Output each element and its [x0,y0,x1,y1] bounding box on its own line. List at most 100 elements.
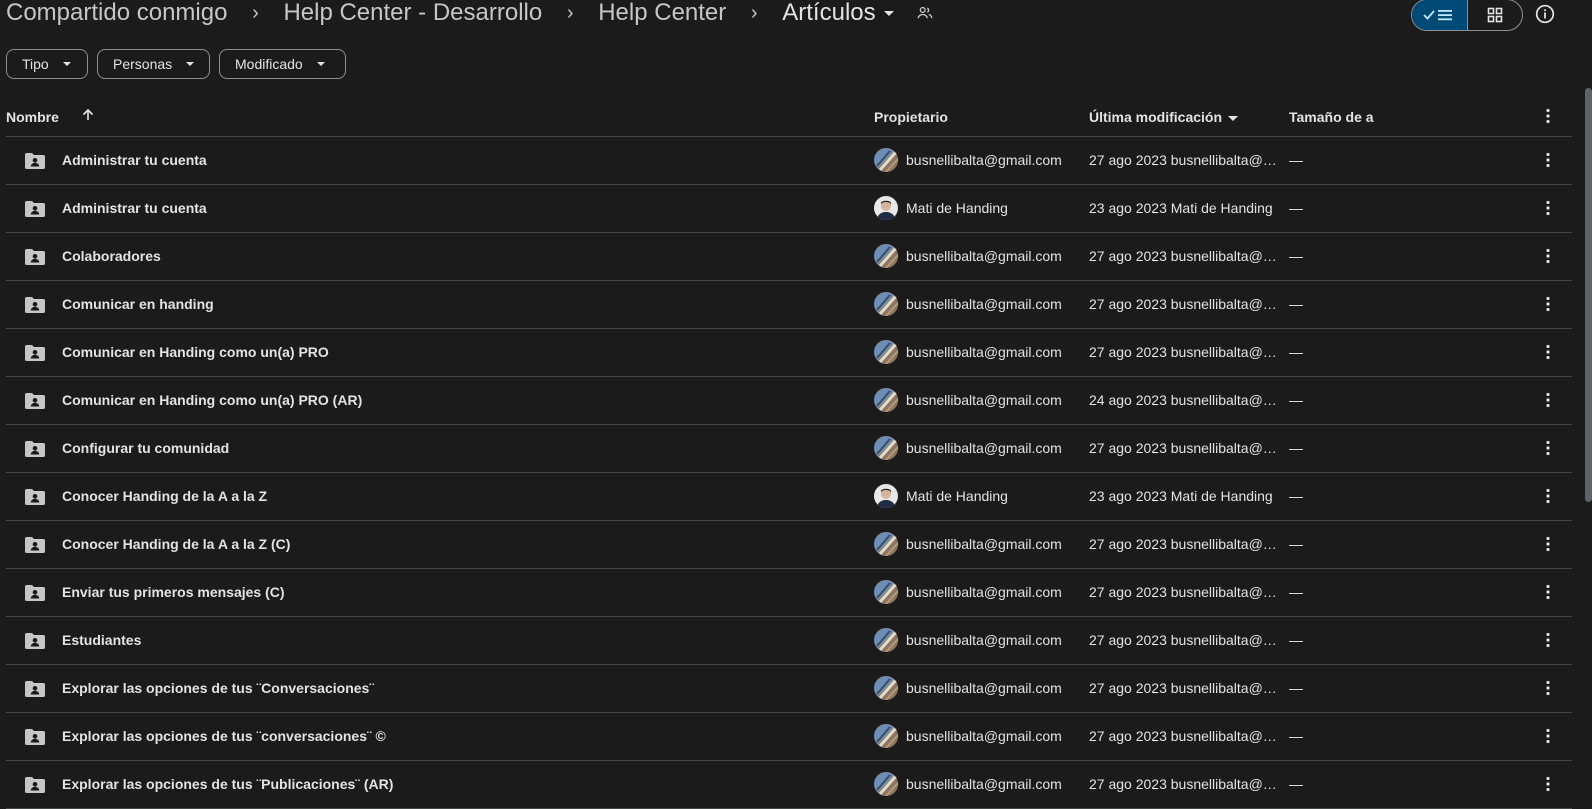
owner-name: busnellibalta@gmail.com [906,536,1062,552]
file-name: Configurar tu comunidad [62,440,230,456]
grid-view-button[interactable] [1468,0,1523,30]
owner-name: busnellibalta@gmail.com [906,296,1062,312]
list-view-button[interactable] [1412,0,1468,30]
shared-folder-icon [24,199,46,222]
modified-info: 27 ago 2023 busnellibalta@gmail.com [1089,584,1282,600]
file-name: Explorar las opciones de tus ¨Publicacio… [62,776,394,792]
modified-info: 27 ago 2023 busnellibalta@gmail.com [1089,248,1282,264]
shared-folder-icon [24,487,46,510]
owner-name: busnellibalta@gmail.com [906,584,1062,600]
owner-avatar [874,148,898,172]
owner-name: busnellibalta@gmail.com [906,728,1062,744]
file-size: — [1289,488,1303,504]
table-row[interactable]: Administrar tu cuenta Mati de Handing 23 a… [6,185,1572,233]
more-vert-icon[interactable] [1538,630,1558,653]
header: Compartido conmigo › Help Center - Desar… [0,0,1592,31]
owner-avatar [874,676,898,700]
more-vert-icon[interactable] [1538,726,1558,749]
file-name: Colaboradores [62,248,161,264]
shared-folder-icon [24,535,46,558]
table-row[interactable]: Comunicar en Handing como un(a) PRO busne… [6,329,1572,377]
table-row[interactable]: Explorar las opciones de tus ¨Conversaci… [6,665,1572,713]
more-vert-icon[interactable] [1538,774,1558,797]
table-row[interactable]: Comunicar en handing busnellibalta@gmail.… [6,281,1572,329]
file-name: Administrar tu cuenta [62,200,207,216]
table-row[interactable]: Comunicar en Handing como un(a) PRO (AR)… [6,377,1572,425]
chevron-right-icon: › [252,1,259,24]
modified-info: 27 ago 2023 busnellibalta@gmail.com [1089,296,1282,312]
more-vert-icon[interactable] [1538,342,1558,365]
more-vert-icon[interactable] [1538,678,1558,701]
grid-view-icon [1487,7,1503,23]
more-vert-icon[interactable] [1538,582,1558,605]
file-name: Explorar las opciones de tus ¨conversaci… [62,728,386,744]
table-header: Nombre Propietario Última modificación T… [6,98,1572,137]
filter-chips: Tipo Personas Modificado [6,49,346,79]
shared-folder-icon [24,727,46,750]
modified-info: 27 ago 2023 busnellibalta@gmail.com [1089,152,1282,168]
modified-info: 27 ago 2023 busnellibalta@gmail.com [1089,680,1282,696]
shared-folder-icon [24,151,46,174]
modified-info: 27 ago 2023 busnellibalta@gmail.com [1089,728,1282,744]
current-folder-label: Artículos [782,0,876,26]
owner-avatar [874,580,898,604]
info-icon [1535,4,1555,24]
filter-modified-chip[interactable]: Modificado [219,49,346,79]
table-row[interactable]: Colaboradores busnellibalta@gmail.com 27 a… [6,233,1572,281]
breadcrumb-item-help-center[interactable]: Help Center [598,0,726,27]
table-row[interactable]: Conocer Handing de la A a la Z (C) busnel… [6,521,1572,569]
more-vert-icon[interactable] [1538,390,1558,413]
table-row[interactable]: Explorar las opciones de tus ¨conversaci… [6,713,1572,761]
table-row[interactable]: Explorar las opciones de tus ¨Publicacio… [6,761,1572,809]
file-name: Comunicar en handing [62,296,214,312]
filter-type-chip[interactable]: Tipo [6,49,88,79]
filter-type-label: Tipo [22,56,49,72]
more-vert-icon[interactable] [1538,246,1558,269]
more-vert-icon[interactable] [1538,150,1558,173]
owner-avatar [874,532,898,556]
column-modified-header[interactable]: Última modificación [1089,109,1239,125]
owner-avatar [874,628,898,652]
more-vert-icon[interactable] [1538,438,1558,461]
info-button[interactable] [1533,2,1557,26]
file-size: — [1289,440,1303,456]
column-name-header[interactable]: Nombre [6,109,59,125]
shared-folder-icon [24,631,46,654]
table-row[interactable]: Enviar tus primeros mensajes (C) busnelli… [6,569,1572,617]
more-vert-icon[interactable] [1538,294,1558,317]
column-size-header[interactable]: Tamaño de a [1289,109,1377,125]
owner-name: busnellibalta@gmail.com [906,344,1062,360]
table-row[interactable]: Conocer Handing de la A a la Z Mati de Ha… [6,473,1572,521]
more-vert-icon[interactable] [1538,106,1558,126]
file-size: — [1289,296,1303,312]
shared-people-icon[interactable] [916,4,934,22]
sort-ascending-icon[interactable] [80,107,96,123]
more-vert-icon[interactable] [1538,534,1558,557]
list-view-icon [1423,10,1453,21]
table-row[interactable]: Configurar tu comunidad busnellibalta@gma… [6,425,1572,473]
more-vert-icon[interactable] [1538,198,1558,221]
file-name: Estudiantes [62,632,142,648]
file-name: Conocer Handing de la A a la Z (C) [62,536,291,552]
owner-name: busnellibalta@gmail.com [906,632,1062,648]
owner-name: busnellibalta@gmail.com [906,152,1062,168]
table-row[interactable]: Administrar tu cuenta busnellibalta@gmail… [6,137,1572,185]
breadcrumb-item-current[interactable]: Artículos [782,0,894,27]
modified-info: 24 ago 2023 busnellibalta@gmail.com [1089,392,1282,408]
shared-folder-icon [24,775,46,798]
column-owner-header[interactable]: Propietario [874,109,948,125]
table-row[interactable]: Estudiantes busnellibalta@gmail.com 27 ago… [6,617,1572,665]
chevron-right-icon: › [566,1,574,24]
breadcrumb-item-shared[interactable]: Compartido conmigo [6,0,227,27]
breadcrumb-item-help-center-dev[interactable]: Help Center - Desarrollo [283,0,542,27]
file-name: Administrar tu cuenta [62,152,207,168]
modified-info: 27 ago 2023 busnellibalta@gmail.com [1089,440,1282,456]
shared-folder-icon [24,439,46,462]
owner-avatar [874,340,898,364]
filter-people-chip[interactable]: Personas [97,49,210,79]
view-toggle [1411,0,1523,31]
modified-info: 23 ago 2023 Mati de Handing [1089,200,1273,216]
scrollbar[interactable] [1585,88,1592,502]
more-vert-icon[interactable] [1538,486,1558,509]
owner-name: busnellibalta@gmail.com [906,392,1062,408]
